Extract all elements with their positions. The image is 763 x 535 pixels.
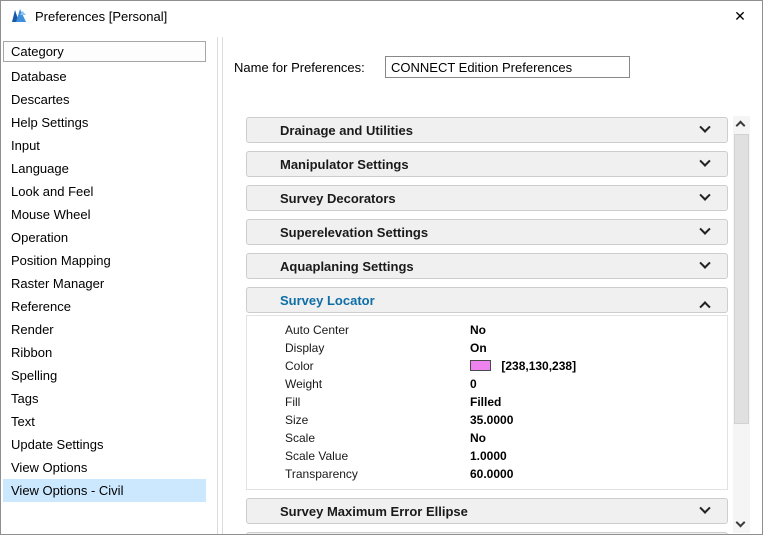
color-swatch[interactable] [470,360,491,371]
scrollbar-thumb[interactable] [734,134,749,424]
close-icon[interactable]: ✕ [718,1,762,31]
sidebar-item-look-and-feel[interactable]: Look and Feel [3,180,206,203]
chevron-down-icon [699,223,711,235]
property-value[interactable]: No [470,431,486,445]
sidebar-item-text[interactable]: Text [3,410,206,433]
section-label: Superelevation Settings [280,224,429,240]
section-survey-locator[interactable]: Survey Locator [246,287,728,313]
property-value[interactable]: 60.0000 [470,467,513,481]
window-title: Preferences [Personal] [35,8,168,24]
property-value[interactable]: No [470,323,486,337]
title-bar: Preferences [Personal] ✕ [1,1,762,31]
property-value[interactable]: 35.0000 [470,413,513,427]
preferences-dialog: Preferences [Personal] ✕ Category Databa… [0,0,763,535]
section-label: Survey Maximum Error Ellipse [280,503,468,519]
property-value: [238,130,238] [501,359,577,373]
vertical-scrollbar[interactable] [733,116,750,533]
section-survey-maximum-error-ellipse[interactable]: Survey Maximum Error Ellipse [246,498,728,524]
sidebar-item-spelling[interactable]: Spelling [3,364,206,387]
property-row-fill: Fill Filled [247,393,727,411]
color-picker[interactable]: [238,130,238] [470,359,576,373]
section-manipulator-settings[interactable]: Manipulator Settings [246,151,728,177]
property-row-color: Color [238,130,238] [247,357,727,375]
sidebar-item-descartes[interactable]: Descartes [3,88,206,111]
sidebar-item-view-options[interactable]: View Options [3,456,206,479]
app-icon [10,7,28,25]
survey-locator-panel: Auto Center No Display On Color [238,130… [246,315,728,490]
property-row-auto-center: Auto Center No [247,321,727,339]
chevron-down-icon [699,257,711,269]
property-name: Transparency [285,467,358,481]
property-name: Display [285,341,325,355]
property-name: Auto Center [285,323,350,337]
preferences-name-input[interactable] [385,56,630,78]
sidebar-item-raster-manager[interactable]: Raster Manager [3,272,206,295]
sidebar-item-ribbon[interactable]: Ribbon [3,341,206,364]
property-value[interactable]: Filled [470,395,501,409]
chevron-down-icon [699,502,711,514]
section-label: Manipulator Settings [280,156,409,172]
section-aquaplaning-settings[interactable]: Aquaplaning Settings [246,253,728,279]
property-row-weight: Weight 0 [247,375,727,393]
settings-accordion: Drainage and Utilities Manipulator Setti… [246,117,728,534]
section-label: Drainage and Utilities [280,122,413,138]
category-list: Database Descartes Help Settings Input L… [3,65,206,502]
sidebar-item-position-mapping[interactable]: Position Mapping [3,249,206,272]
property-row-scale: Scale No [247,429,727,447]
property-name: Scale [285,431,316,445]
chevron-down-icon [735,517,746,528]
property-value[interactable]: 0 [470,377,477,391]
property-name: Size [285,413,309,427]
chevron-down-icon [699,121,711,133]
section-label: Survey Locator [280,292,375,308]
sidebar-item-mouse-wheel[interactable]: Mouse Wheel [3,203,206,226]
property-value[interactable]: 1.0000 [470,449,507,463]
chevron-up-icon [699,301,711,313]
property-value[interactable]: On [470,341,487,355]
name-for-preferences-label: Name for Preferences: [234,60,365,75]
chevron-up-icon [735,120,746,131]
sidebar-item-view-options-civil[interactable]: View Options - Civil [3,479,206,502]
sidebar-item-update-settings[interactable]: Update Settings [3,433,206,456]
section-label: Aquaplaning Settings [280,258,414,274]
sidebar-splitter[interactable] [217,37,223,534]
section-label: Survey Decorators [280,190,396,206]
section-survey-decorators[interactable]: Survey Decorators [246,185,728,211]
property-row-scale-value: Scale Value 1.0000 [247,447,727,465]
property-row-size: Size 35.0000 [247,411,727,429]
sidebar-item-tags[interactable]: Tags [3,387,206,410]
sidebar-item-database[interactable]: Database [3,65,206,88]
property-name: Scale Value [285,449,349,463]
property-name: Fill [285,395,301,409]
sidebar-item-reference[interactable]: Reference [3,295,206,318]
scroll-down-button[interactable] [733,516,750,533]
sidebar-item-render[interactable]: Render [3,318,206,341]
section-superelevation-settings[interactable]: Superelevation Settings [246,219,728,245]
scroll-up-button[interactable] [733,116,750,133]
property-name: Color [285,359,314,373]
category-header: Category [3,41,206,62]
sidebar-item-language[interactable]: Language [3,157,206,180]
sidebar-item-input[interactable]: Input [3,134,206,157]
sidebar-item-operation[interactable]: Operation [3,226,206,249]
category-sidebar: Category Database Descartes Help Setting… [3,41,206,534]
property-row-display: Display On [247,339,727,357]
section-drainage-and-utilities[interactable]: Drainage and Utilities [246,117,728,143]
sidebar-item-help-settings[interactable]: Help Settings [3,111,206,134]
property-row-transparency: Transparency 60.0000 [247,465,727,483]
chevron-down-icon [699,155,711,167]
chevron-down-icon [699,189,711,201]
property-name: Weight [285,377,323,391]
